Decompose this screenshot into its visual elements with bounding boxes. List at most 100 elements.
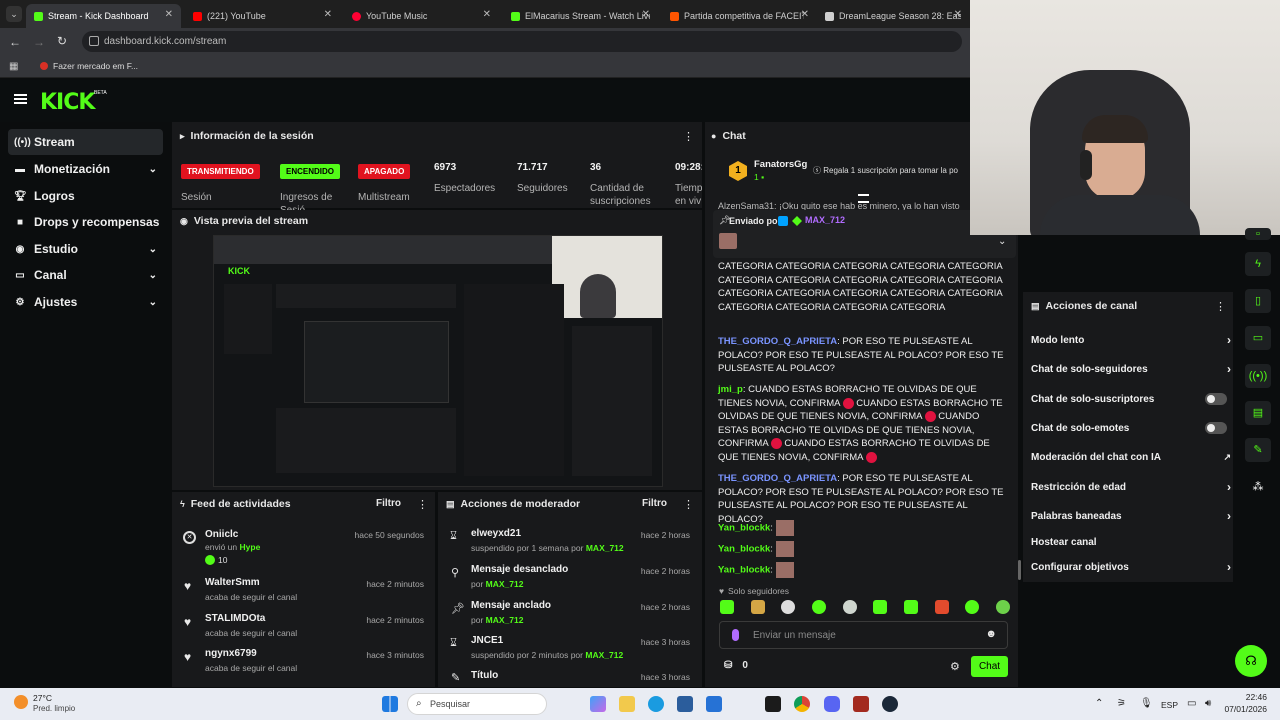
back-icon[interactable]: ← [9,35,21,49]
more-options-icon[interactable]: ⋮ [683,498,694,511]
feed-user[interactable]: STALIMDOta [205,613,265,624]
mod-action-title[interactable]: JNCE1 [471,635,503,646]
chat-username[interactable]: Yan_blockk [718,544,770,555]
close-tab-icon[interactable]: ✕ [954,9,962,20]
site-info-icon[interactable] [89,36,99,46]
close-tab-icon[interactable]: ✕ [642,9,650,20]
browser-tab-kick-dashboard[interactable]: Stream - Kick Dashboard ✕ [26,4,181,28]
emote-icon[interactable] [934,600,949,614]
chat-settings-icon[interactable]: ⚙ [950,660,960,673]
close-tab-icon[interactable]: ✕ [801,9,809,20]
more-options-icon[interactable]: ⋮ [683,130,694,143]
emote-icon[interactable] [842,600,857,614]
moderator-name[interactable]: MAX_712 [585,650,623,660]
reload-icon[interactable]: ↻ [57,34,67,48]
sidebar-item-monetizacion[interactable]: ▬ Monetización ⌄ [8,156,163,182]
mod-action-title[interactable]: Título [471,670,498,681]
emoji-icon[interactable]: ☻ [985,628,997,640]
forward-icon[interactable]: → [33,35,45,49]
moderator-name[interactable]: MAX_712 [486,615,524,625]
sidebar-item-drops[interactable]: ■ Drops y recompensas [8,209,163,235]
emote-icon[interactable] [995,600,1010,614]
sidebar-item-stream[interactable]: ((•)) Stream [8,129,163,155]
chat-scrollbar[interactable] [1018,560,1021,580]
apps-grid-icon[interactable]: ▦ [9,61,18,72]
close-tab-icon[interactable]: ✕ [165,9,173,20]
clock[interactable]: 22:46 07/01/2026 [1222,692,1267,714]
chat-bubble-icon[interactable]: ▭ [1245,326,1271,350]
emote-icon[interactable] [965,600,980,614]
monitor-icon[interactable]: ▤ [1245,401,1271,425]
nodes-icon[interactable]: ⁂ [1245,475,1271,499]
chat-input[interactable]: Enviar un mensaje ☻ [719,621,1008,649]
browser-tab-elmacarius[interactable]: ElMacarius Stream - Watch Live ✕ [503,4,658,28]
outlook-icon[interactable] [706,696,722,712]
quick-action-top-button[interactable]: ▫ [1245,228,1271,240]
mod-filter-button[interactable]: Filtro [642,498,667,509]
emote-icon[interactable] [781,600,796,614]
gifter-name[interactable]: FanatorsGg [754,159,807,170]
calculator-icon[interactable] [677,696,693,712]
sidebar-item-canal[interactable]: ▭ Canal ⌄ [8,262,163,288]
steam-icon[interactable] [882,696,898,712]
action-solo-suscriptores[interactable]: Chat de solo-suscriptores [1031,393,1231,405]
emote-icon[interactable] [873,600,888,614]
browser-tab-faceit[interactable]: Partida competitiva de FACEIT ✕ [662,4,817,28]
status-badge[interactable]: APAGADO [358,164,411,179]
tray-volume-icon[interactable]: 🔊︎ [1205,698,1211,709]
action-modo-lento[interactable]: Modo lento › [1031,333,1231,347]
chrome-icon[interactable] [794,696,810,712]
sidebar-item-estudio[interactable]: ◉ Estudio ⌄ [8,236,163,262]
emote-icon[interactable] [750,600,765,614]
more-options-icon[interactable]: ⋮ [1215,300,1226,313]
file-explorer-icon[interactable] [619,696,635,712]
discord-icon[interactable] [824,696,840,712]
emote-icon[interactable] [903,600,918,614]
chat-username[interactable]: THE_GORDO_Q_APRIETA [718,473,837,484]
action-solo-emotes[interactable]: Chat de solo-emotes [1031,422,1231,434]
windows-start-icon[interactable] [382,696,398,712]
close-tab-icon[interactable]: ✕ [324,9,332,20]
top-gifter-banner[interactable]: 1 FanatorsGg 1 ▪ ⓢ Regala 1 suscripción … [727,157,970,189]
feed-user[interactable]: Oniiclc [205,529,238,540]
emotes-only-toggle[interactable] [1205,422,1227,434]
moderator-name[interactable]: MAX_712 [486,579,524,589]
browser-tab-dreamleague[interactable]: DreamLeague Season 28: Easte ✕ [817,4,970,28]
chat-username[interactable]: THE_GORDO_Q_APRIETA [718,336,837,347]
mod-action-title[interactable]: elweyxd21 [471,528,521,539]
close-tab-icon[interactable]: ✕ [483,9,491,20]
weather-widget[interactable]: 27°C Pred. limpio [14,692,84,716]
nvidia-icon[interactable] [765,696,781,712]
moderator-name[interactable]: MAX_712 [586,543,624,553]
action-palabras-baneadas[interactable]: Palabras baneadas › [1031,509,1231,523]
browser-tab-youtube[interactable]: (221) YouTube ✕ [185,4,340,28]
dota-icon[interactable] [853,696,869,712]
tray-network-icon[interactable]: ⚞ [1117,698,1126,709]
chevron-down-icon[interactable]: ⌄ [998,236,1006,247]
feed-user[interactable]: ngynx6799 [205,648,257,659]
emote-icon[interactable] [811,600,826,614]
mod-action-title[interactable]: Mensaje desanclado [471,564,568,575]
feed-user[interactable]: WalterSmm [205,577,260,588]
sidebar-item-ajustes[interactable]: ⚙ Ajustes ⌄ [8,289,163,315]
more-options-icon[interactable]: ⋮ [417,498,428,511]
action-solo-seguidores[interactable]: Chat de solo-seguidores › [1031,362,1231,376]
chat-username[interactable]: Yan_blockk [718,523,770,534]
kick-logo[interactable]: KICK [40,90,95,115]
mod-action-title[interactable]: Mensaje anclado [471,600,551,611]
tray-overflow-icon[interactable]: ⌃ [1095,698,1103,709]
chat-send-button[interactable]: Chat [971,656,1008,677]
activity-filter-button[interactable]: Filtro [376,498,401,509]
broadcast-icon[interactable]: ((•)) [1245,364,1271,388]
wrench-icon[interactable]: ✎ [1245,438,1271,462]
hamburger-menu-icon[interactable] [14,94,27,104]
action-restriccion-edad[interactable]: Restricción de edad › [1031,480,1231,494]
microphone-icon[interactable] [732,629,739,641]
copilot-icon[interactable] [590,696,606,712]
language-indicator[interactable]: ESP [1161,700,1178,710]
emote-icon[interactable] [720,600,734,614]
clipboard-icon[interactable]: ▯ [1245,289,1271,313]
url-input[interactable]: dashboard.kick.com/stream [82,31,962,52]
tab-list-button[interactable]: ⌄ [6,6,22,22]
support-button[interactable]: ☊ [1235,645,1267,677]
